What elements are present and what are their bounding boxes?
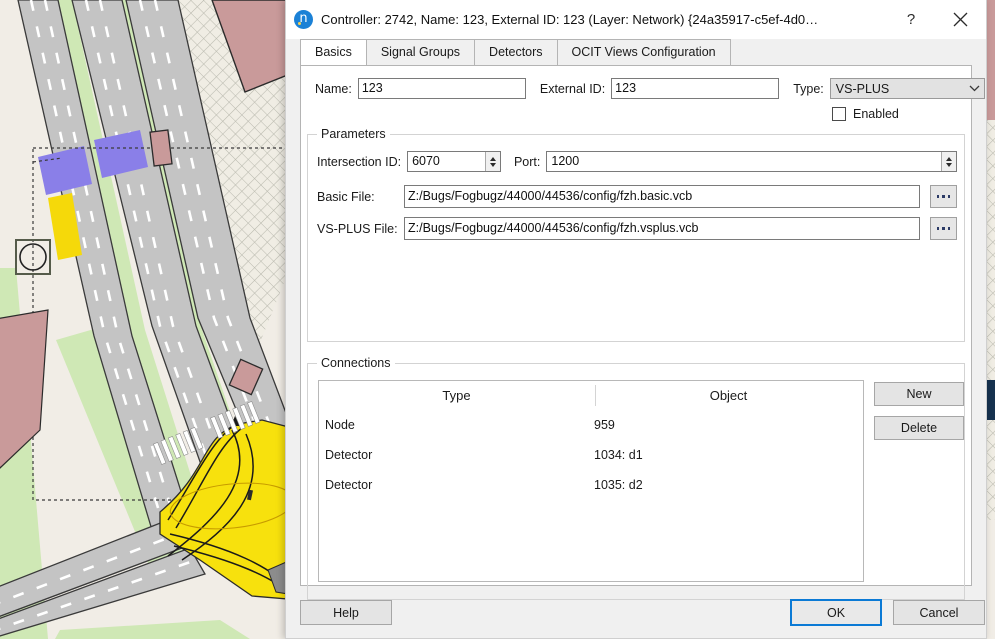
delete-connection-button[interactable]: Delete [874, 416, 964, 440]
cancel-button[interactable]: Cancel [893, 600, 985, 625]
dialog-titlebar: n Controller: 2742, Name: 123, External … [286, 0, 986, 39]
column-header-object[interactable]: Object [594, 388, 863, 403]
tab-ocit-views-configuration[interactable]: OCIT Views Configuration [557, 39, 731, 65]
tab-signal-groups[interactable]: Signal Groups [366, 39, 475, 65]
enabled-checkbox[interactable] [832, 107, 846, 121]
cell-object: 959 [594, 418, 863, 432]
network-node-icon: n [294, 10, 313, 29]
intersection-id-label: Intersection ID: [317, 155, 401, 169]
type-dropdown[interactable]: VS-PLUS [830, 78, 985, 99]
external-id-input[interactable]: 123 [611, 78, 779, 99]
name-label: Name: [315, 82, 352, 96]
vsplus-file-browse-button[interactable] [930, 217, 957, 240]
help-titlebar-button[interactable]: ? [888, 0, 934, 39]
parameters-group-title: Parameters [317, 127, 390, 141]
connections-table-header: Type Object [319, 381, 863, 410]
port-label: Port: [514, 155, 540, 169]
name-input[interactable]: 123 [358, 78, 526, 99]
column-header-type[interactable]: Type [319, 388, 594, 403]
parameters-group: Parameters Intersection ID: 6070 Port: 1… [307, 134, 965, 342]
basic-file-row: Basic File: Z:/Bugs/Fogbugz/44000/44536/… [317, 185, 957, 208]
intersection-port-row: Intersection ID: 6070 Port: 1200 [317, 151, 957, 172]
dialog-footer: Help OK Cancel [286, 586, 986, 638]
connections-group-title: Connections [317, 356, 395, 370]
port-value: 1200 [547, 152, 941, 171]
type-label: Type: [793, 82, 824, 96]
intersection-id-spinner[interactable] [485, 152, 500, 171]
basics-tab-panel: Name: 123 External ID: 123 Type: VS-PLUS… [300, 65, 972, 586]
new-connection-button[interactable]: New [874, 382, 964, 406]
chevron-down-icon [967, 84, 981, 94]
vsplus-file-label: VS-PLUS File: [317, 222, 404, 236]
ok-button[interactable]: OK [790, 599, 882, 626]
controller-dialog: n Controller: 2742, Name: 123, External … [285, 0, 987, 639]
tab-bar: Basics Signal Groups Detectors OCIT View… [286, 39, 986, 65]
port-stepper[interactable]: 1200 [546, 151, 957, 172]
external-id-label: External ID: [540, 82, 605, 96]
type-dropdown-value: VS-PLUS [836, 82, 967, 96]
tab-detectors[interactable]: Detectors [474, 39, 558, 65]
help-button[interactable]: Help [300, 600, 392, 625]
cell-object: 1035: d2 [594, 478, 863, 492]
identity-row: Name: 123 External ID: 123 Type: VS-PLUS [315, 78, 985, 99]
enabled-checkbox-row[interactable]: Enabled [832, 107, 899, 121]
cell-type: Detector [319, 478, 594, 492]
table-row[interactable]: Detector 1035: d2 [319, 470, 863, 500]
vsplus-file-input[interactable]: Z:/Bugs/Fogbugz/44000/44536/config/fzh.v… [404, 217, 920, 240]
intersection-id-value: 6070 [408, 152, 485, 171]
intersection-id-stepper[interactable]: 6070 [407, 151, 501, 172]
cell-object: 1034: d1 [594, 448, 863, 462]
cell-type: Node [319, 418, 594, 432]
tab-basics[interactable]: Basics [300, 39, 367, 65]
cell-type: Detector [319, 448, 594, 462]
basic-file-browse-button[interactable] [930, 185, 957, 208]
dialog-title: Controller: 2742, Name: 123, External ID… [321, 12, 888, 27]
basic-file-input[interactable]: Z:/Bugs/Fogbugz/44000/44536/config/fzh.b… [404, 185, 920, 208]
table-row[interactable]: Node 959 [319, 410, 863, 440]
table-row[interactable]: Detector 1034: d1 [319, 440, 863, 470]
connections-group: Connections Type Object Node 959 Detecto… [307, 363, 965, 600]
basic-file-label: Basic File: [317, 190, 404, 204]
vsplus-file-row: VS-PLUS File: Z:/Bugs/Fogbugz/44000/4453… [317, 217, 957, 240]
enabled-label: Enabled [853, 107, 899, 121]
port-spinner[interactable] [941, 152, 956, 171]
connections-table[interactable]: Type Object Node 959 Detector 1034: d1 D… [318, 380, 864, 582]
close-icon[interactable] [934, 0, 986, 39]
